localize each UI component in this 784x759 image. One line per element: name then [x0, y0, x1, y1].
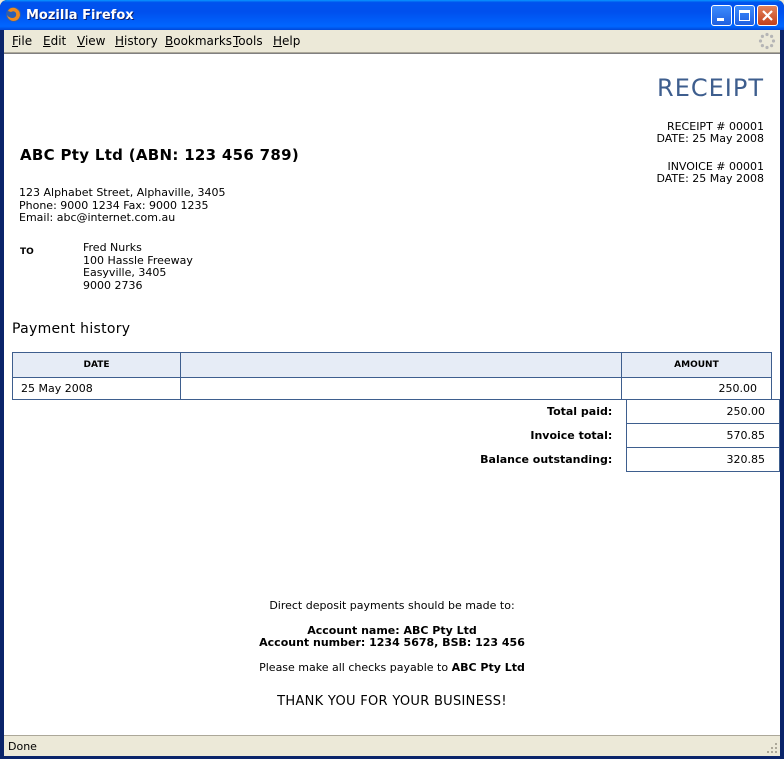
balance-outstanding-label: Balance outstanding:	[480, 453, 613, 466]
total-paid-row: Total paid: 250.00	[12, 399, 780, 424]
totals-table: Total paid: 250.00 Invoice total: 570.85…	[12, 399, 780, 472]
page-content: RECEIPT RECEIPT # 00001 DATE: 25 May 200…	[4, 53, 780, 736]
browser-window: Mozilla Firefox File Edit View History B…	[0, 0, 784, 759]
invoice-total-label: Invoice total:	[530, 429, 613, 442]
company-street: 123 Alphabet Street, Alphaville, 3405	[19, 186, 226, 199]
deposit-intro: Direct deposit payments should be made t…	[269, 599, 515, 612]
receipt-meta: RECEIPT # 00001 DATE: 25 May 2008	[656, 121, 764, 145]
browser-frame: File Edit View History Bookmarks Tools H…	[4, 30, 780, 756]
recipient-address: Fred Nurks 100 Hassle Freeway Easyville,…	[83, 241, 193, 292]
window-title: Mozilla Firefox	[26, 8, 134, 23]
throbber-icon	[758, 32, 776, 50]
column-header-amount: AMOUNT	[620, 352, 773, 378]
total-paid-value: 250.00	[626, 399, 780, 424]
checks-payable-line: Please make all checks payable to ABC Pt…	[4, 661, 780, 674]
resize-grip-icon[interactable]	[766, 742, 778, 754]
to-label: TO	[20, 247, 34, 257]
invoice-total-value: 570.85	[626, 423, 780, 448]
column-header-description	[180, 352, 622, 378]
close-icon	[762, 10, 773, 21]
total-paid-label: Total paid:	[547, 405, 613, 418]
row-description	[180, 377, 622, 400]
account-number: Account number: 1234 5678, BSB: 123 456	[259, 636, 525, 649]
balance-outstanding-row: Balance outstanding: 320.85	[12, 447, 780, 472]
status-bar: Done	[4, 735, 780, 756]
menu-edit[interactable]: Edit	[43, 34, 66, 48]
recipient-name: Fred Nurks	[83, 241, 142, 254]
maximize-icon	[739, 10, 750, 21]
status-text: Done	[8, 740, 37, 753]
minimize-button[interactable]	[711, 5, 732, 26]
menu-bookmarks[interactable]: Bookmarks	[165, 34, 232, 48]
invoice-total-row: Invoice total: 570.85	[12, 423, 780, 448]
close-button[interactable]	[757, 5, 778, 26]
checks-payee: ABC Pty Ltd	[451, 661, 525, 674]
receipt-heading: RECEIPT	[657, 74, 764, 102]
menu-file[interactable]: File	[12, 34, 32, 48]
company-name: ABC Pty Ltd (ABN: 123 456 789)	[20, 146, 300, 164]
company-address: 123 Alphabet Street, Alphaville, 3405 Ph…	[19, 186, 226, 225]
invoice-date: DATE: 25 May 2008	[656, 172, 764, 185]
balance-outstanding-value: 320.85	[626, 447, 780, 472]
minimize-icon	[717, 18, 724, 21]
menu-tools[interactable]: Tools	[233, 34, 263, 48]
invoice-meta: INVOICE # 00001 DATE: 25 May 2008	[656, 161, 764, 185]
company-email: Email: abc@internet.com.au	[19, 211, 176, 224]
recipient-phone: 9000 2736	[83, 278, 143, 292]
menu-history[interactable]: History	[115, 34, 158, 48]
menu-bar: File Edit View History Bookmarks Tools H…	[4, 30, 780, 53]
table-header-row: DATE AMOUNT	[11, 352, 773, 378]
table-row: 25 May 2008 250.00	[11, 377, 773, 400]
firefox-icon	[6, 7, 21, 22]
receipt-date: DATE: 25 May 2008	[656, 132, 764, 145]
payment-history-table: DATE AMOUNT 25 May 2008 250.00	[11, 352, 773, 400]
payment-history-title: Payment history	[12, 321, 131, 337]
menu-help[interactable]: Help	[273, 34, 300, 48]
row-amount: 250.00	[620, 377, 773, 400]
column-header-date: DATE	[11, 352, 182, 378]
maximize-button[interactable]	[734, 5, 755, 26]
checks-prefix: Please make all checks payable to	[259, 661, 452, 674]
row-date: 25 May 2008	[11, 377, 182, 400]
thank-you-message: THANK YOU FOR YOUR BUSINESS!	[277, 694, 507, 709]
recipient-city: Easyville, 3405	[83, 266, 167, 279]
title-bar[interactable]: Mozilla Firefox	[0, 0, 784, 30]
menu-view[interactable]: View	[77, 34, 105, 48]
